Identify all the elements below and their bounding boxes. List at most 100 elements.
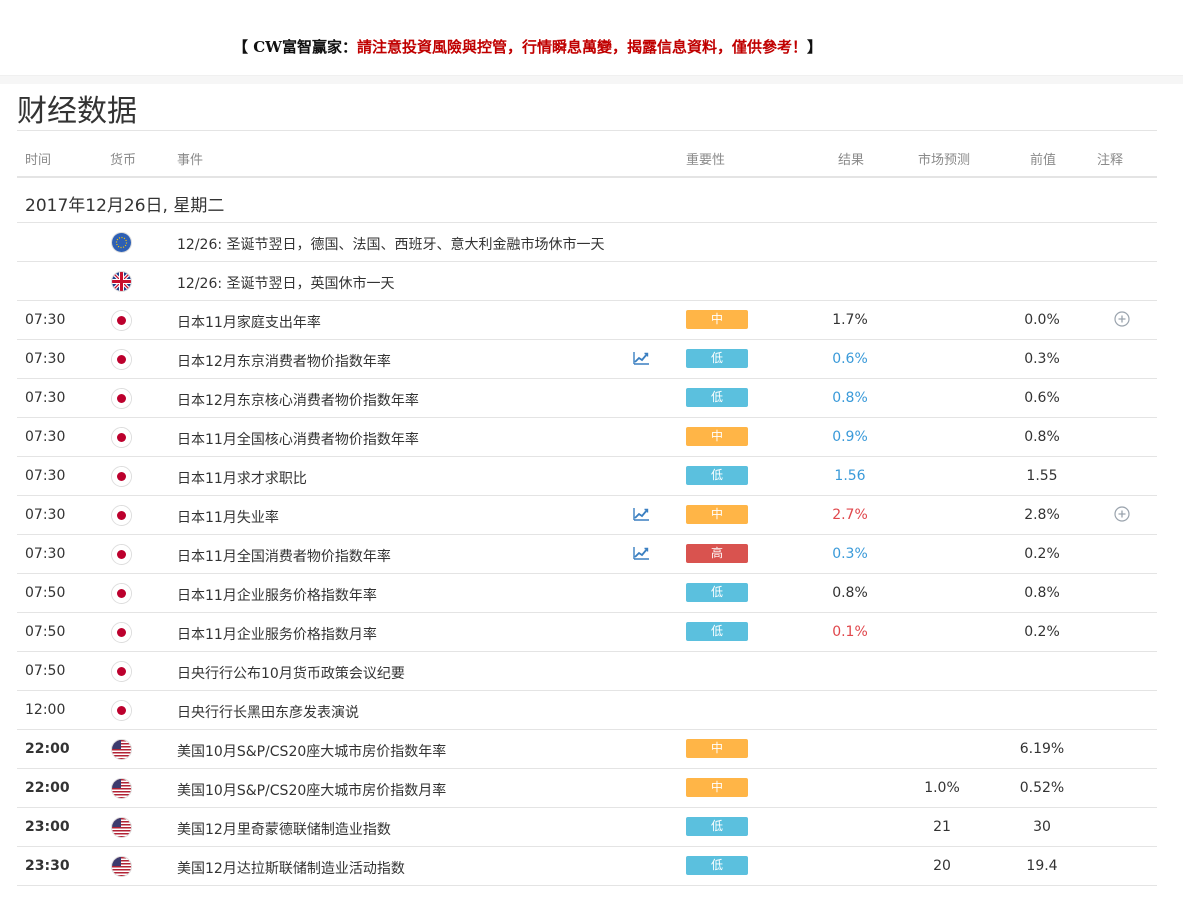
importance-badge: 高	[686, 544, 748, 563]
table-row[interactable]: 07:50 日央行行公布10月货币政策会议纪要	[17, 652, 1157, 691]
event-time: 22:00	[25, 741, 70, 757]
jp-flag-icon	[111, 388, 132, 409]
importance-badge: 中	[686, 427, 748, 446]
table-row[interactable]: 12/26: 圣诞节翌日，德国、法国、西班牙、意大利金融市场休市一天	[17, 223, 1157, 262]
event-name[interactable]: 日本11月家庭支出年率	[177, 312, 321, 332]
table-row[interactable]: 07:30 日本12月东京核心消费者物价指数年率 低 0.8% 0.6%	[17, 379, 1157, 418]
event-name[interactable]: 12/26: 圣诞节翌日，英国休市一天	[177, 273, 395, 293]
importance-badge: 中	[686, 505, 748, 524]
header-forecast: 市场预测	[918, 153, 971, 168]
chart-icon[interactable]	[632, 350, 650, 366]
event-time: 07:30	[25, 468, 66, 484]
divider	[0, 76, 1183, 84]
chart-icon[interactable]	[632, 506, 650, 522]
table-row[interactable]: 23:00 美国12月里奇蒙德联储制造业指数 低 21 30	[17, 808, 1157, 847]
us-flag-icon	[111, 856, 132, 877]
header-currency: 货币	[110, 153, 137, 168]
us-flag-icon	[111, 817, 132, 838]
eu-flag-icon	[111, 232, 132, 253]
event-name[interactable]: 美国12月里奇蒙德联储制造业指数	[177, 819, 391, 839]
table-row[interactable]: 07:30 日本11月求才求职比 低 1.56 1.55	[17, 457, 1157, 496]
event-time: 07:50	[25, 585, 66, 601]
result-value: 1.56	[834, 468, 866, 484]
event-name[interactable]: 日本11月失业率	[177, 507, 279, 527]
previous-value: 0.0%	[1024, 312, 1060, 328]
table-row[interactable]: 07:50 日本11月企业服务价格指数月率 低 0.1% 0.2%	[17, 613, 1157, 652]
table-row[interactable]: 12:00 日央行行长黑田东彦发表演说	[17, 691, 1157, 730]
table-row[interactable]: 22:00 美国10月S&P/CS20座大城市房价指数年率 中 6.19%	[17, 730, 1157, 769]
result-value: 0.8%	[832, 390, 868, 406]
event-name[interactable]: 日本11月企业服务价格指数月率	[177, 624, 377, 644]
previous-value: 0.2%	[1024, 546, 1060, 562]
event-name[interactable]: 日本11月全国核心消费者物价指数年率	[177, 429, 419, 449]
event-name[interactable]: 日本12月东京消费者物价指数年率	[177, 351, 391, 371]
previous-value: 0.2%	[1024, 624, 1060, 640]
table-row[interactable]: 07:30 日本12月东京消费者物价指数年率 低 0.6% 0.3%	[17, 340, 1157, 379]
date-label: 2017年12月26日, 星期二	[25, 196, 225, 216]
importance-badge: 中	[686, 739, 748, 758]
result-value: 1.7%	[832, 312, 868, 328]
jp-flag-icon	[111, 622, 132, 643]
event-time: 07:30	[25, 546, 66, 562]
event-time: 07:30	[25, 390, 66, 406]
event-time: 07:30	[25, 312, 66, 328]
previous-value: 0.8%	[1024, 585, 1060, 601]
chart-icon[interactable]	[632, 545, 650, 561]
jp-flag-icon	[111, 466, 132, 487]
previous-value: 6.19%	[1019, 741, 1065, 757]
event-name[interactable]: 日本12月东京核心消费者物价指数年率	[177, 390, 419, 410]
importance-badge: 低	[686, 856, 748, 875]
importance-badge: 低	[686, 817, 748, 836]
table-row[interactable]: 12/26: 圣诞节翌日，英国休市一天	[17, 262, 1157, 301]
table-row[interactable]: 23:30 美国12月达拉斯联储制造业活动指数 低 20 19.4	[17, 847, 1157, 886]
header-note: 注释	[1097, 153, 1124, 168]
event-name[interactable]: 美国12月达拉斯联储制造业活动指数	[177, 858, 405, 878]
event-time: 07:30	[25, 507, 66, 523]
table-row[interactable]: 07:30 日本11月全国核心消费者物价指数年率 中 0.9% 0.8%	[17, 418, 1157, 457]
previous-value: 0.3%	[1024, 351, 1060, 367]
jp-flag-icon	[111, 544, 132, 565]
importance-badge: 低	[686, 583, 748, 602]
event-name[interactable]: 日本11月求才求职比	[177, 468, 307, 488]
header-event: 事件	[177, 153, 204, 168]
result-value: 2.7%	[832, 507, 868, 523]
jp-flag-icon	[111, 661, 132, 682]
result-value: 0.8%	[832, 585, 868, 601]
event-name[interactable]: 日本11月全国消费者物价指数年率	[177, 546, 391, 566]
event-name[interactable]: 日央行行长黑田东彦发表演说	[177, 702, 359, 722]
uk-flag-icon	[111, 271, 132, 292]
previous-value: 1.55	[1026, 468, 1058, 484]
forecast-value: 20	[933, 858, 951, 874]
page-title: 财经数据	[17, 94, 137, 129]
result-value: 0.6%	[832, 351, 868, 367]
jp-flag-icon	[111, 427, 132, 448]
disclaimer-banner: 【 CW富智赢家：請注意投資風險與控管，行情瞬息萬變，揭露信息資料，僅供參考！】	[0, 0, 1183, 76]
event-name[interactable]: 美国10月S&P/CS20座大城市房价指数月率	[177, 780, 446, 800]
importance-badge: 低	[686, 388, 748, 407]
banner-brand: 【 CW富智赢家：	[233, 38, 358, 56]
event-time: 07:50	[25, 663, 66, 679]
table-row[interactable]: 07:30 日本11月家庭支出年率 中 1.7% 0.0%	[17, 301, 1157, 340]
jp-flag-icon	[111, 583, 132, 604]
jp-flag-icon	[111, 349, 132, 370]
add-note-icon[interactable]	[1114, 506, 1130, 522]
jp-flag-icon	[111, 310, 132, 331]
event-name[interactable]: 美国10月S&P/CS20座大城市房价指数年率	[177, 741, 446, 761]
table-row[interactable]: 07:30 日本11月全国消费者物价指数年率 高 0.3% 0.2%	[17, 535, 1157, 574]
forecast-value: 1.0%	[924, 780, 960, 796]
event-name[interactable]: 日央行行公布10月货币政策会议纪要	[177, 663, 405, 683]
event-time: 22:00	[25, 780, 70, 796]
event-name[interactable]: 12/26: 圣诞节翌日，德国、法国、西班牙、意大利金融市场休市一天	[177, 234, 605, 254]
table-row[interactable]: 07:30 日本11月失业率 中 2.7% 2.8%	[17, 496, 1157, 535]
us-flag-icon	[111, 778, 132, 799]
table-row[interactable]: 22:00 美国10月S&P/CS20座大城市房价指数月率 中 1.0% 0.52%	[17, 769, 1157, 808]
result-value: 0.3%	[832, 546, 868, 562]
event-time: 23:00	[25, 819, 70, 835]
table-row[interactable]: 07:50 日本11月企业服务价格指数年率 低 0.8% 0.8%	[17, 574, 1157, 613]
event-name[interactable]: 日本11月企业服务价格指数年率	[177, 585, 377, 605]
header-time: 时间	[25, 153, 52, 168]
table-header: 时间 货币 事件 重要性 结果 市场预测 前值 注释	[17, 131, 1157, 178]
previous-value: 2.8%	[1024, 507, 1060, 523]
previous-value: 30	[1033, 819, 1051, 835]
add-note-icon[interactable]	[1114, 311, 1130, 327]
